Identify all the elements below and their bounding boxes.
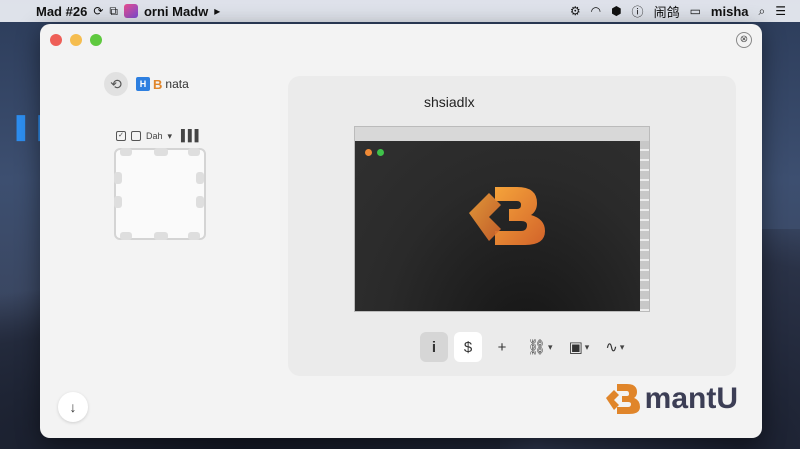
- chevron-down-icon: ▾: [619, 341, 625, 352]
- resize-handle-top-right[interactable]: [188, 148, 200, 156]
- cast-icon[interactable]: ▸: [214, 4, 220, 18]
- chip-label: nata: [165, 77, 189, 91]
- grid-icon[interactable]: ▐▐▐: [177, 130, 198, 142]
- minimize-button[interactable]: [70, 34, 82, 46]
- resize-handle-left-bottom[interactable]: [114, 196, 122, 208]
- layout-preview[interactable]: [114, 148, 206, 240]
- resize-handle-top[interactable]: [154, 148, 168, 156]
- app-icon[interactable]: [123, 4, 138, 18]
- app-window: ⊗ ⟲ H B nata ✓ Dah ▾ ▐▐▐ shsiadlx i $ + …: [40, 24, 762, 438]
- waveform-icon: ∿: [605, 339, 618, 356]
- mini-toolbar: ✓ Dah ▾ ▐▐▐: [116, 130, 198, 142]
- brand-name: mantU: [644, 382, 738, 415]
- info-icon: i: [431, 338, 437, 356]
- search-icon[interactable]: ⌕: [759, 4, 766, 19]
- gear-icon[interactable]: ⚙: [570, 4, 581, 18]
- wifi-icon[interactable]: ◠: [591, 4, 601, 18]
- preview-dot-green: [377, 149, 384, 156]
- dock-app-icon[interactable]: ❚❚: [10, 112, 54, 140]
- preview-panel: shsiadlx i $ + ⛓ ▾ ▣ ▾ ∿ ▾: [288, 76, 736, 376]
- brand-logo: mantU: [605, 382, 738, 416]
- chip-logo: B: [153, 76, 163, 92]
- battery-icon[interactable]: ▭: [690, 4, 701, 18]
- preview-titlebar: [355, 127, 649, 141]
- preview-dot-orange: [365, 149, 372, 156]
- download-button[interactable]: ↓: [58, 392, 88, 422]
- resize-handle-left-top[interactable]: [114, 172, 122, 184]
- checkbox-icon[interactable]: ✓: [116, 131, 126, 141]
- wave-dropdown-button[interactable]: ∿ ▾: [600, 332, 629, 362]
- traffic-lights: [50, 34, 102, 46]
- menu-app-title[interactable]: Mad #26: [36, 4, 87, 19]
- preview-window[interactable]: [354, 126, 650, 312]
- resize-handle-top-left[interactable]: [120, 148, 132, 156]
- image-icon: ▣: [568, 339, 583, 356]
- menu-icon[interactable]: ☰: [775, 4, 786, 18]
- add-button[interactable]: +: [488, 332, 516, 362]
- status-text: 闹鸽: [653, 4, 680, 20]
- sidebar-header: ⟲ H B nata: [104, 72, 189, 96]
- preview-traffic-lights: [365, 149, 384, 156]
- menu-user[interactable]: misha: [711, 4, 749, 19]
- info-button[interactable]: i: [420, 332, 448, 362]
- copy-icon[interactable]: ⧉: [109, 4, 118, 19]
- mini-toolbar-label[interactable]: Dah: [146, 131, 163, 141]
- resize-handle-right-top[interactable]: [196, 172, 204, 184]
- chevron-down-icon: ▾: [548, 341, 553, 352]
- info-icon[interactable]: ⓘ: [632, 3, 644, 20]
- resize-handle-bottom-left[interactable]: [120, 232, 132, 240]
- dollar-icon: $: [463, 338, 473, 356]
- chevron-down-icon: ▾: [584, 341, 590, 352]
- window-icon[interactable]: [131, 131, 141, 141]
- link-icon: ⛓: [527, 339, 547, 356]
- app-logo-icon: [469, 187, 545, 245]
- brand-mark-icon: [605, 384, 640, 414]
- resize-handle-bottom[interactable]: [154, 232, 168, 240]
- chip-icon: H: [136, 77, 150, 91]
- zoom-button[interactable]: [90, 34, 102, 46]
- dollar-button[interactable]: $: [454, 332, 482, 362]
- resize-handle-bottom-right[interactable]: [188, 232, 200, 240]
- panel-title: shsiadlx: [424, 94, 475, 110]
- preview-scrollbar[interactable]: [640, 141, 649, 311]
- brand-chip[interactable]: H B nata: [136, 77, 189, 92]
- arrow-down-icon: ↓: [69, 399, 77, 415]
- preview-toolbar: i $ + ⛓ ▾ ▣ ▾ ∿ ▾: [420, 332, 629, 362]
- menu-bar: Mad #26 ⟳ ⧉ orni Madw ▸ ⚙ ◠ ⬢ ⓘ 闹鸽 ▭ mis…: [0, 0, 800, 22]
- resize-handle-right-bottom[interactable]: [196, 196, 204, 208]
- sync-icon[interactable]: ⟳: [93, 4, 103, 18]
- menu-app-name[interactable]: orni Madw: [144, 4, 208, 19]
- link-dropdown-button[interactable]: ⛓ ▾: [522, 332, 558, 362]
- chevron-down-icon[interactable]: ▾: [168, 131, 173, 142]
- close-button[interactable]: [50, 34, 62, 46]
- plus-icon: +: [497, 338, 507, 356]
- shield-icon[interactable]: ⬢: [611, 4, 621, 18]
- window-close-icon[interactable]: ⊗: [736, 32, 752, 48]
- refresh-icon[interactable]: ⟲: [104, 72, 128, 96]
- image-dropdown-button[interactable]: ▣ ▾: [564, 332, 595, 362]
